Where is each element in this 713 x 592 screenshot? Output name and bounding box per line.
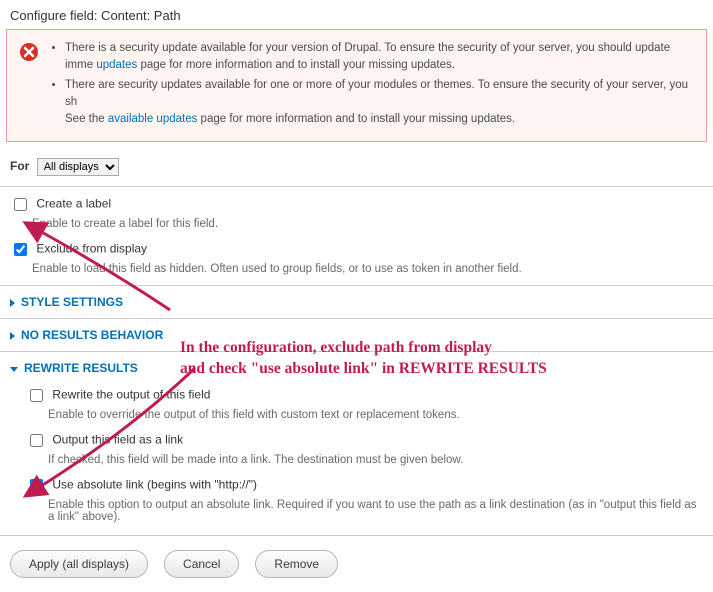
create-label-text: Create a label — [36, 197, 111, 211]
absolute-link-desc: Enable this option to output an absolute… — [48, 499, 703, 523]
rewrite-results-label: REWRITE RESULTS — [24, 361, 138, 375]
dialog-title: Configure field: Content: Path — [0, 0, 713, 29]
exclude-desc: Enable to load this field as hidden. Oft… — [32, 263, 703, 275]
no-results-label: NO RESULTS BEHAVIOR — [21, 328, 163, 342]
for-select[interactable]: All displays — [37, 158, 119, 176]
cancel-button[interactable]: Cancel — [164, 550, 239, 578]
style-settings-header[interactable]: STYLE SETTINGS — [0, 286, 713, 318]
alert-text: page for more information and to install… — [197, 113, 515, 125]
remove-button[interactable]: Remove — [255, 550, 338, 578]
rewrite-output-text: Rewrite the output of this field — [52, 388, 210, 402]
alert-item: There is a security update available for… — [65, 40, 696, 73]
triangle-right-icon — [10, 299, 15, 307]
basic-options: Create a label Enable to create a label … — [0, 186, 713, 285]
rewrite-results-header[interactable]: REWRITE RESULTS — [0, 352, 713, 384]
exclude-text: Exclude from display — [36, 242, 147, 256]
no-results-fieldset: NO RESULTS BEHAVIOR — [0, 318, 713, 351]
output-as-link-text: Output this field as a link — [52, 433, 183, 447]
absolute-link-text: Use absolute link (begins with "http://"… — [52, 478, 257, 492]
create-label-desc: Enable to create a label for this field. — [32, 218, 703, 230]
output-as-link-desc: If checked, this field will be made into… — [48, 454, 703, 466]
updates-link[interactable]: updates — [96, 59, 137, 71]
for-row: For All displays — [0, 156, 713, 186]
triangle-down-icon — [10, 367, 18, 372]
security-alert: There is a security update available for… — [6, 29, 707, 142]
alert-item: There are security updates available for… — [65, 77, 696, 127]
rewrite-output-desc: Enable to override the output of this fi… — [48, 409, 703, 421]
rewrite-output-checkbox[interactable] — [30, 389, 43, 402]
output-as-link-option: Output this field as a link If checked, … — [26, 431, 703, 466]
error-icon — [19, 42, 39, 62]
absolute-link-checkbox[interactable] — [30, 479, 43, 492]
style-settings-fieldset: STYLE SETTINGS — [0, 285, 713, 318]
alert-text: page for more information and to install… — [137, 59, 455, 71]
rewrite-body: Rewrite the output of this field Enable … — [0, 384, 713, 535]
exclude-option: Exclude from display Enable to load this… — [10, 240, 703, 275]
exclude-checkbox[interactable] — [14, 243, 27, 256]
no-results-header[interactable]: NO RESULTS BEHAVIOR — [0, 319, 713, 351]
output-as-link-checkbox[interactable] — [30, 434, 43, 447]
for-label: For — [10, 159, 29, 173]
button-row: Apply (all displays) Cancel Remove — [0, 536, 713, 592]
style-settings-label: STYLE SETTINGS — [21, 295, 123, 309]
absolute-link-option: Use absolute link (begins with "http://"… — [26, 476, 703, 523]
available-updates-link[interactable]: available updates — [108, 113, 198, 125]
rewrite-output-option: Rewrite the output of this field Enable … — [26, 386, 703, 421]
alert-text: There are security updates available for… — [65, 79, 688, 108]
rewrite-results-fieldset: REWRITE RESULTS Rewrite the output of th… — [0, 351, 713, 536]
alert-text: See the — [65, 113, 108, 125]
create-label-checkbox[interactable] — [14, 198, 27, 211]
create-label-option: Create a label Enable to create a label … — [10, 195, 703, 230]
triangle-right-icon — [10, 332, 15, 340]
apply-button[interactable]: Apply (all displays) — [10, 550, 148, 578]
